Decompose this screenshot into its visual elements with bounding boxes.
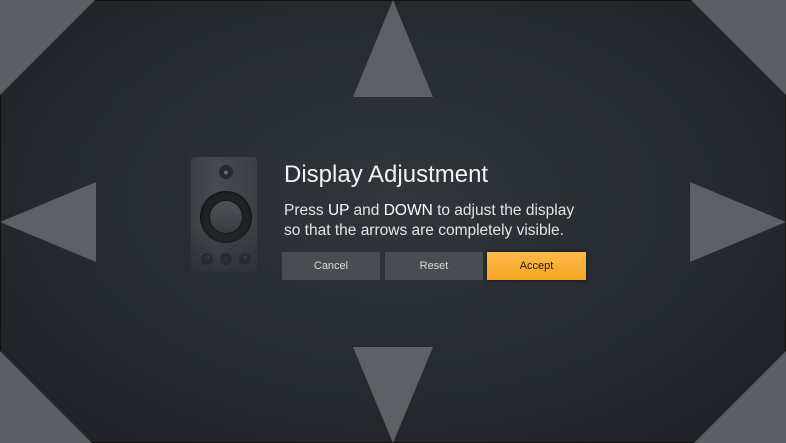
microphone-icon: ●	[219, 165, 233, 179]
corner-top-left-icon	[0, 0, 95, 95]
reset-button[interactable]: Reset	[385, 252, 483, 280]
remote-control-icon: ● ↺ ⌂ ≡	[189, 157, 259, 272]
arrow-right-icon	[690, 182, 786, 262]
arrow-down-icon	[353, 347, 433, 443]
instruction-text-line2: so that the arrows are completely visibl…	[284, 222, 564, 239]
cancel-button[interactable]: Cancel	[282, 252, 380, 280]
corner-bottom-right-icon	[694, 351, 786, 443]
instruction-text: and	[349, 202, 384, 219]
home-icon: ⌂	[220, 253, 232, 265]
arrow-left-icon	[0, 182, 96, 262]
corner-top-right-icon	[691, 0, 786, 95]
instruction-text: Press	[284, 202, 328, 219]
accept-button[interactable]: Accept	[487, 252, 586, 280]
dialog-title: Display Adjustment	[284, 161, 489, 188]
remote-body: ● ↺ ⌂ ≡	[191, 157, 257, 272]
menu-icon: ≡	[239, 253, 251, 265]
display-adjustment-screen: ● ↺ ⌂ ≡ Display Adjustment Press UP and …	[0, 0, 786, 443]
instruction-text: to adjust the display	[432, 202, 575, 219]
up-key-label: UP	[327, 202, 350, 219]
arrow-up-icon	[353, 0, 433, 97]
down-key-label: DOWN	[383, 202, 433, 219]
back-icon: ↺	[201, 253, 213, 265]
dialog-instructions: Press UP and DOWN to adjust the display …	[284, 201, 604, 241]
corner-bottom-left-icon	[0, 351, 92, 443]
select-button-icon	[210, 201, 242, 233]
